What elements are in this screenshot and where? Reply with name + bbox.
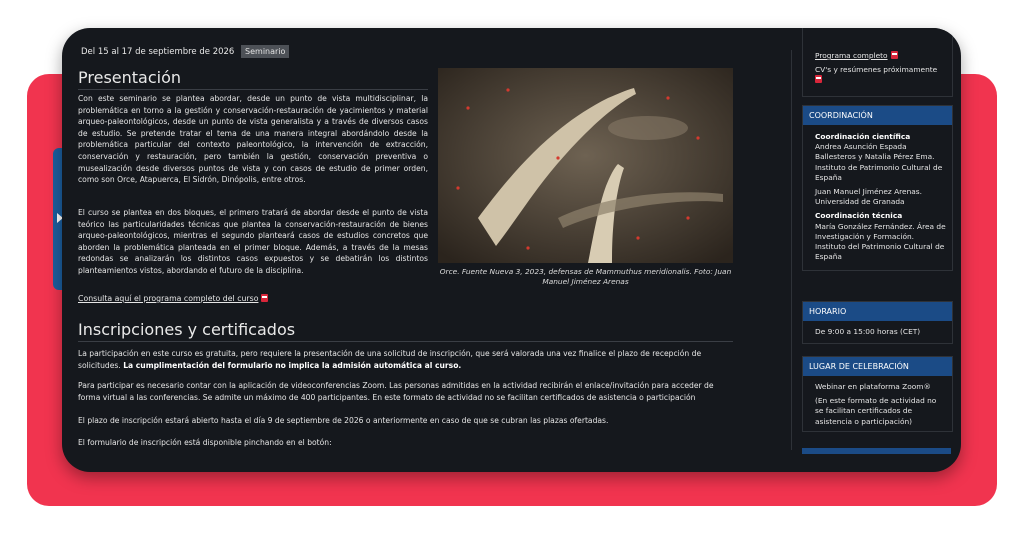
programa-box-body: Programa completo CV's y resúmenes próxi… xyxy=(803,28,952,96)
main-content: Del 15 al 17 de septiembre de 2026 Semin… xyxy=(78,28,796,472)
event-type-badge: Seminario xyxy=(241,45,290,58)
coordinacion-header: COORDINACIÓN xyxy=(803,106,952,125)
inscripciones-heading: Inscripciones y certificados xyxy=(78,320,733,342)
pdf-icon xyxy=(890,51,898,59)
inscripciones-p1-bold: La cumplimentación del formulario no imp… xyxy=(123,360,462,370)
programa-completo-sidebar-link[interactable]: Programa completo xyxy=(815,51,946,61)
cvs-label: CV's y resúmenes próximamente xyxy=(815,65,938,75)
coordinacion-body: Coordinación científica Andrea Asunción … xyxy=(803,125,952,270)
inscripciones-paragraph-2: Para participar es necesario contar con … xyxy=(78,381,714,402)
presentacion-paragraph-2: El curso se plantea en dos bloques, el p… xyxy=(78,208,428,275)
presentacion-paragraph-1: Con este seminario se plantea abordar, d… xyxy=(78,94,428,185)
inscripciones-paragraph-4: El formulario de inscripción está dispon… xyxy=(78,438,332,447)
coordinacion-tecnica-1: María González Fernández. Área de Invest… xyxy=(815,221,946,262)
coordinacion-tecnica-title: Coordinación técnica xyxy=(815,211,903,221)
programa-completo-link[interactable]: Consulta aquí el programa completo del c… xyxy=(78,294,269,303)
lugar-text-2: (En este formato de actividad no se faci… xyxy=(815,396,937,426)
photo-illustration xyxy=(438,68,733,263)
lugar-text-1: Webinar en plataforma Zoom® xyxy=(815,382,931,391)
coordinacion-box: COORDINACIÓN Coordinación científica And… xyxy=(802,105,953,272)
mammoth-tusks-photo xyxy=(438,68,733,263)
photo-caption: Orce. Fuente Nueva 3, 2023, defensas de … xyxy=(439,267,732,286)
lugar-header: LUGAR DE CELEBRACIÓN xyxy=(803,357,952,376)
programa-completo-label[interactable]: Programa completo xyxy=(815,51,888,60)
coordinacion-cientifica-1: Andrea Asunción Espada Ballesteros y Nat… xyxy=(815,142,943,182)
lugar-box: LUGAR DE CELEBRACIÓN Webinar en platafor… xyxy=(802,356,953,432)
pdf-icon xyxy=(815,75,822,84)
event-date-line: Del 15 al 17 de septiembre de 2026 Semin… xyxy=(81,45,290,58)
next-box-header xyxy=(802,448,951,454)
column-divider xyxy=(791,50,792,450)
inscripciones-paragraph-1: La participación en este curso es gratui… xyxy=(78,348,738,371)
presentacion-heading: Presentación xyxy=(78,68,428,90)
programa-link-text[interactable]: Consulta aquí el programa completo del c… xyxy=(78,294,258,303)
horario-box: HORARIO De 9:00 a 15:00 horas (CET) xyxy=(802,301,953,345)
sidebar: Programa completo CV's y resúmenes próxi… xyxy=(802,28,953,472)
page-window: Del 15 al 17 de septiembre de 2026 Semin… xyxy=(62,28,961,472)
coordinacion-cientifica-title: Coordinación científica xyxy=(815,132,911,141)
inscripciones-paragraph-3: El plazo de inscripción estará abierto h… xyxy=(78,416,609,425)
pdf-icon xyxy=(261,294,269,302)
lugar-body: Webinar en plataforma Zoom® (En este for… xyxy=(803,376,952,431)
event-date: Del 15 al 17 de septiembre de 2026 xyxy=(81,47,235,57)
coordinacion-cientifica-2: Juan Manuel Jiménez Arenas. Universidad … xyxy=(815,187,922,207)
horario-text: De 9:00 a 15:00 horas (CET) xyxy=(815,327,921,336)
programa-box: Programa completo CV's y resúmenes próxi… xyxy=(802,28,953,97)
horario-header: HORARIO xyxy=(803,302,952,321)
cvs-note: CV's y resúmenes próximamente xyxy=(815,65,946,85)
